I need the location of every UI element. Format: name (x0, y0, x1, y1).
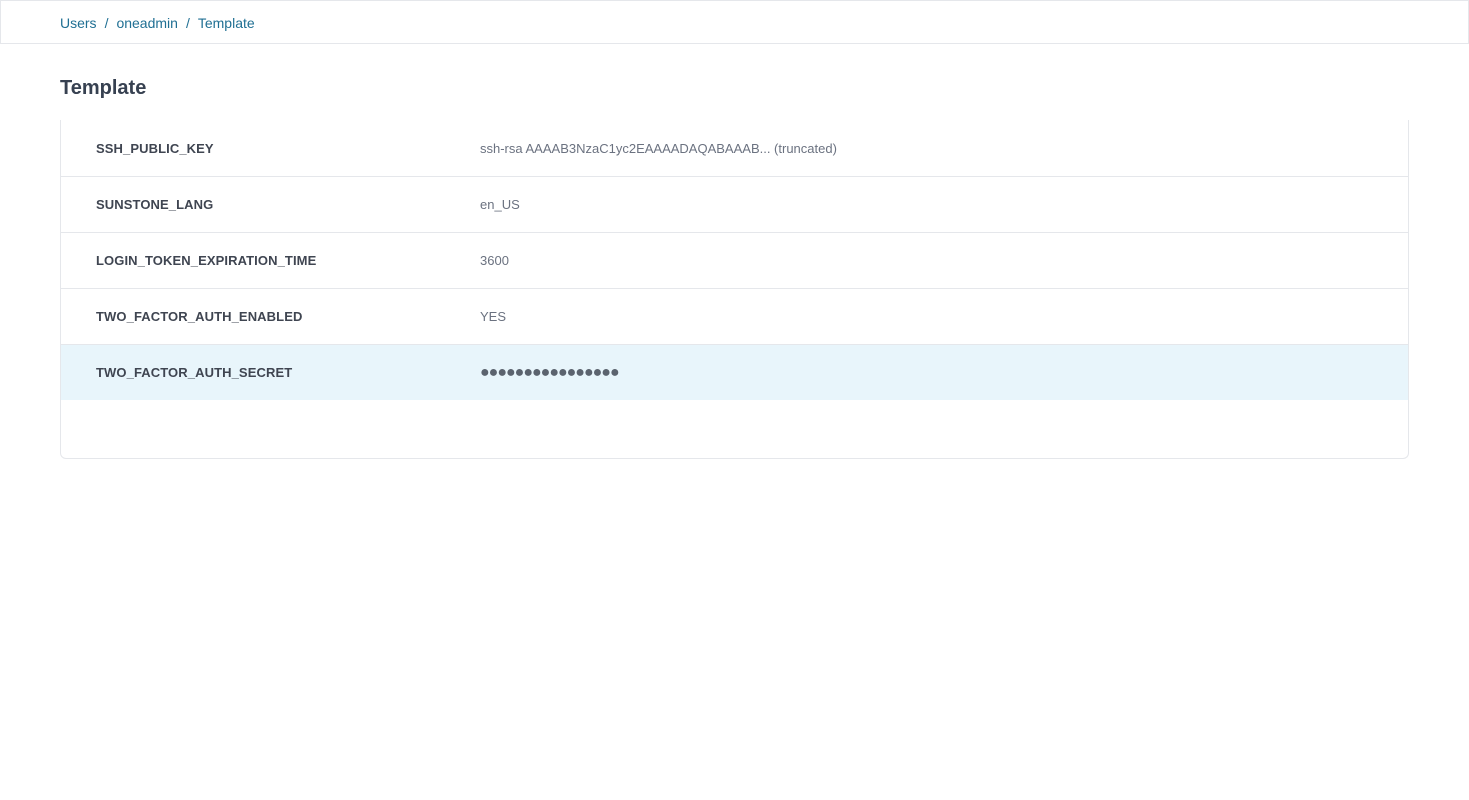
breadcrumb-oneadmin-link[interactable]: oneadmin (116, 15, 178, 31)
breadcrumb-users-link[interactable]: Users (60, 15, 97, 31)
breadcrumb-separator: / (104, 15, 109, 31)
page-title: Template (60, 77, 147, 99)
attribute-key: LOGIN_TOKEN_EXPIRATION_TIME (96, 253, 317, 268)
breadcrumb-template-link[interactable]: Template (198, 15, 255, 31)
attribute-key: SSH_PUBLIC_KEY (96, 140, 214, 156)
attribute-value: ssh-rsa AAAAB3NzaC1yc2EAAAADAQABAAAB... … (480, 140, 837, 156)
breadcrumb-separator: / (185, 15, 190, 31)
table-row-ssh-public-key[interactable]: SSH_PUBLIC_KEY ssh-rsa AAAAB3NzaC1yc2EAA… (61, 120, 1408, 177)
attribute-key: SUNSTONE_LANG (96, 197, 214, 212)
table-row-two-factor-auth-enabled[interactable]: TWO_FACTOR_AUTH_ENABLED YES (61, 289, 1408, 345)
table-row-login-token-expiration-time[interactable]: LOGIN_TOKEN_EXPIRATION_TIME 3600 (61, 233, 1408, 289)
attribute-key: TWO_FACTOR_AUTH_SECRET (96, 365, 293, 380)
attribute-value: en_US (480, 197, 520, 212)
masked-secret-value: ●●●●●●●●●●●●●●●● (480, 363, 620, 381)
attribute-value: 3600 (480, 253, 509, 268)
breadcrumb: Users / oneadmin / Template (60, 15, 255, 31)
table-row-sunstone-lang[interactable]: SUNSTONE_LANG en_US (61, 177, 1408, 233)
attribute-value: YES (480, 309, 507, 324)
table-row-two-factor-auth-secret[interactable]: TWO_FACTOR_AUTH_SECRET ●●●●●●●●●●●●●●●● (61, 345, 1408, 400)
attribute-key: TWO_FACTOR_AUTH_ENABLED (96, 309, 303, 324)
template-attributes-table: SSH_PUBLIC_KEY ssh-rsa AAAAB3NzaC1yc2EAA… (60, 120, 1409, 459)
top-bar: Users / oneadmin / Template (0, 0, 1469, 44)
